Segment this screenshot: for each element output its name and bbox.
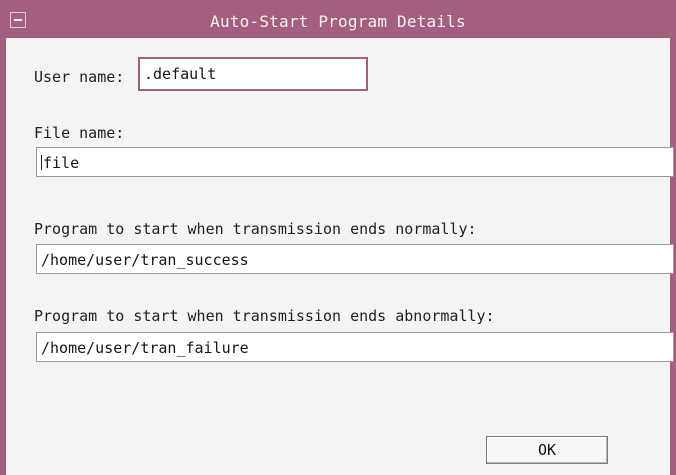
file-name-field[interactable]: file <box>36 147 674 177</box>
abnormal-program-label: Program to start when transmission ends … <box>34 307 495 325</box>
normal-program-field[interactable]: /home/user/tran_success <box>36 244 674 274</box>
title-bar[interactable]: Auto-Start Program Details <box>6 6 670 38</box>
dialog-window: Auto-Start Program Details User name: .d… <box>0 0 676 475</box>
normal-program-label: Program to start when transmission ends … <box>34 220 477 238</box>
file-name-value: file <box>43 154 80 172</box>
dialog-title: Auto-Start Program Details <box>210 12 466 31</box>
normal-program-value: /home/user/tran_success <box>41 251 249 269</box>
user-name-field[interactable]: .default <box>138 57 368 91</box>
abnormal-program-field[interactable]: /home/user/tran_failure <box>36 332 674 362</box>
abnormal-program-value: /home/user/tran_failure <box>41 339 249 357</box>
user-name-label: User name: <box>34 68 125 86</box>
text-cursor <box>41 155 42 170</box>
user-name-value: .default <box>144 65 217 83</box>
ok-button[interactable]: OK <box>486 436 608 464</box>
file-name-label: File name: <box>34 124 125 142</box>
